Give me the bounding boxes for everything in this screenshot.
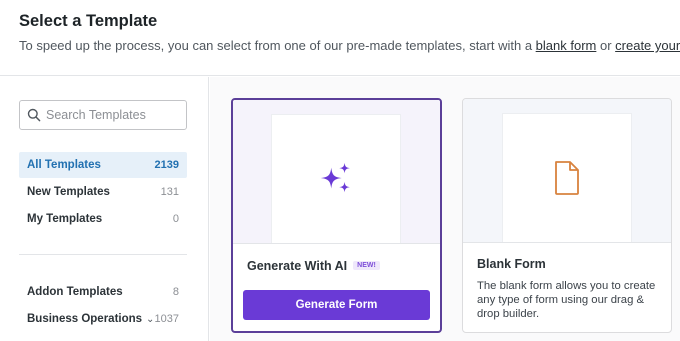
category-label-text: Business Operations (27, 313, 143, 325)
card-separator (463, 242, 671, 243)
category-label: Addon Templates (27, 286, 123, 298)
chevron-down-icon[interactable]: ⌄ (146, 314, 154, 325)
category-new-templates[interactable]: New Templates 131 (19, 179, 187, 205)
card-title: Generate With AI NEW! (247, 259, 380, 273)
new-badge: NEW! (353, 261, 380, 271)
blank-form-link[interactable]: blank form (536, 38, 597, 53)
category-label: New Templates (27, 186, 110, 198)
create-your-own-link[interactable]: create your own (615, 38, 680, 53)
template-grid: Generate With AI NEW! Generate Form Blank… (210, 77, 680, 341)
card-title-text: Generate With AI (247, 259, 348, 273)
card-title: Blank Form (477, 257, 546, 271)
page-title: Select a Template (19, 12, 158, 30)
search-box[interactable] (19, 100, 187, 130)
card-description: The blank form allows you to create any … (477, 280, 656, 320)
card-separator (233, 243, 440, 244)
template-card-blank-form[interactable]: Blank Form The blank form allows you to … (462, 98, 672, 333)
card-preview-paper (503, 114, 631, 242)
category-label: All Templates (27, 159, 101, 171)
category-count: 0 (172, 213, 179, 225)
category-business-operations[interactable]: Business Operations ⌄ 1037 (19, 306, 187, 332)
card-preview-paper (272, 115, 400, 243)
sparkles-icon (320, 162, 350, 193)
search-icon (27, 108, 41, 122)
category-all-templates[interactable]: All Templates 2139 (19, 152, 187, 178)
category-my-templates[interactable]: My Templates 0 (19, 206, 187, 232)
category-addon-templates[interactable]: Addon Templates 8 (19, 279, 187, 305)
category-count: 131 (160, 186, 179, 198)
category-count: 2139 (154, 159, 179, 171)
subtitle-text-mid: or (596, 38, 616, 53)
sidebar-divider (19, 254, 187, 255)
category-label: My Templates (27, 213, 103, 225)
sidebar: All Templates 2139 New Templates 131 My … (0, 77, 209, 341)
document-icon (555, 161, 579, 195)
page-subtitle: To speed up the process, you can select … (19, 38, 680, 53)
category-count: 1037 (154, 313, 179, 325)
category-label: Business Operations ⌄ (27, 313, 154, 325)
search-input[interactable] (46, 105, 182, 125)
generate-form-button[interactable]: Generate Form (243, 290, 430, 320)
subtitle-text: To speed up the process, you can select … (19, 38, 536, 53)
template-card-generate-with-ai[interactable]: Generate With AI NEW! Generate Form (231, 98, 442, 333)
card-preview (233, 100, 440, 243)
header: Select a Template To speed up the proces… (0, 0, 680, 76)
category-count: 8 (172, 286, 179, 298)
card-preview (463, 99, 671, 242)
